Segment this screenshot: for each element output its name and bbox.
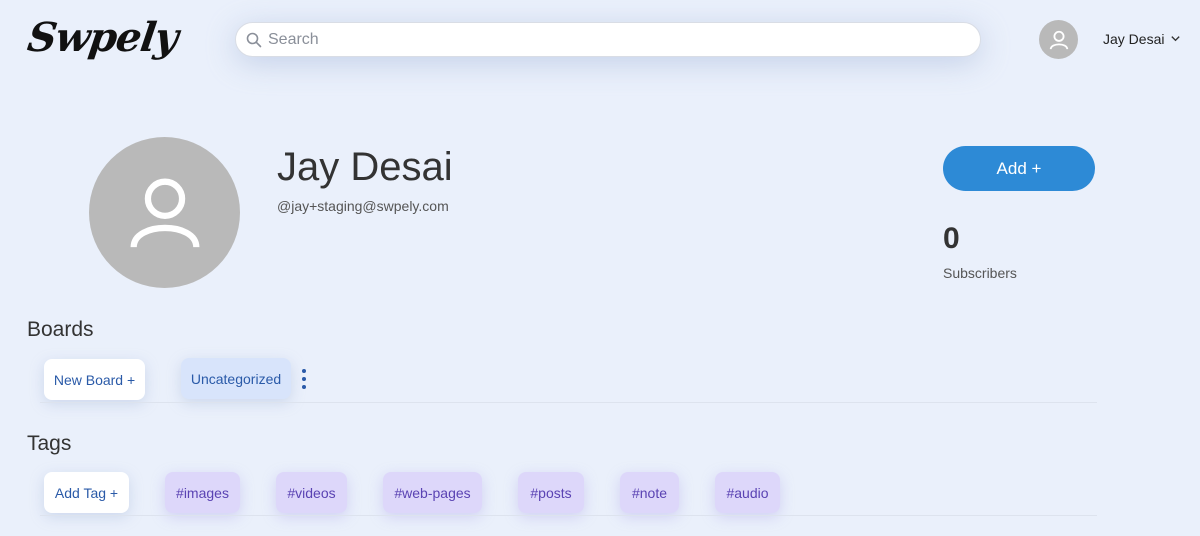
- search-input[interactable]: [268, 30, 980, 49]
- board-chip[interactable]: Uncategorized: [181, 358, 291, 399]
- subscribers-count: 0: [943, 222, 960, 255]
- boards-divider: [40, 402, 1097, 403]
- tag-chip[interactable]: #audio: [715, 472, 780, 513]
- tag-chip[interactable]: #web-pages: [383, 472, 482, 513]
- boards-title: Boards: [27, 318, 94, 341]
- profile-handle: @jay+staging@swpely.com: [277, 198, 449, 214]
- user-avatar[interactable]: [1039, 20, 1078, 59]
- add-button[interactable]: Add +: [943, 146, 1095, 191]
- more-options-icon[interactable]: [298, 369, 310, 389]
- user-icon: [130, 178, 199, 248]
- tags-divider: [40, 515, 1097, 516]
- tag-chip[interactable]: #videos: [276, 472, 347, 513]
- subscribers-label: Subscribers: [943, 265, 1017, 281]
- profile-name: Jay Desai: [277, 145, 453, 189]
- user-icon: [1049, 30, 1068, 49]
- chevron-down-icon[interactable]: [1170, 33, 1181, 44]
- new-board-button[interactable]: New Board +: [44, 359, 145, 400]
- user-menu-name[interactable]: Jay Desai: [1103, 31, 1164, 47]
- tags-title: Tags: [27, 432, 72, 455]
- app-logo[interactable]: Swpely: [25, 14, 181, 61]
- tag-chip[interactable]: #note: [620, 472, 679, 513]
- search-bar[interactable]: [235, 22, 981, 57]
- tag-chip[interactable]: #images: [165, 472, 240, 513]
- profile-avatar: [89, 137, 240, 288]
- search-icon: [246, 32, 262, 47]
- tag-chip[interactable]: #posts: [518, 472, 584, 513]
- add-tag-button[interactable]: Add Tag +: [44, 472, 129, 513]
